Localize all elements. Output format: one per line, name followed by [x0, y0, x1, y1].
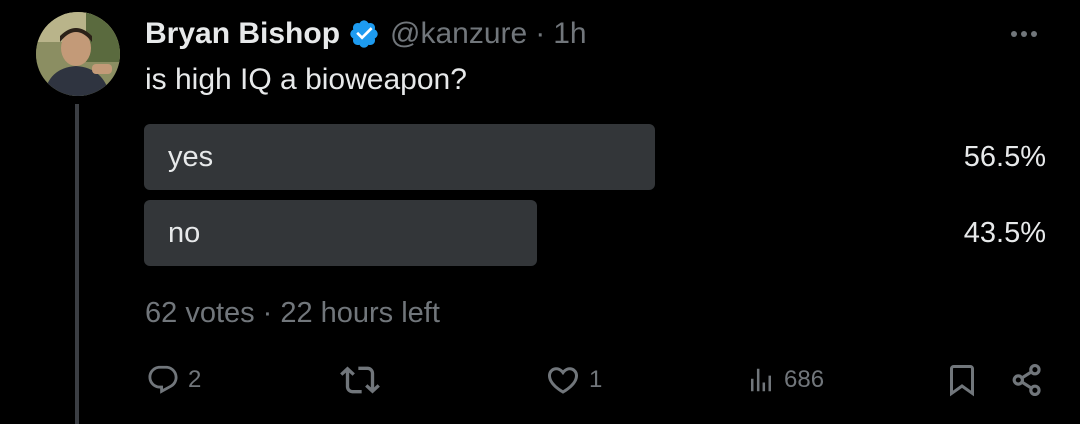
author-handle[interactable]: @kanzure	[390, 14, 527, 54]
avatar-image	[36, 12, 120, 96]
thread-line	[75, 104, 79, 424]
avatar[interactable]	[36, 12, 120, 96]
more-options-icon[interactable]	[1004, 20, 1044, 48]
poll-option-yes[interactable]: yes 56.5%	[144, 124, 1048, 190]
poll-result-bar	[144, 200, 538, 266]
poll-option-label: yes	[168, 141, 214, 173]
poll-votes: 62 votes	[145, 297, 255, 329]
poll-meta: 62 votes · 22 hours left	[145, 294, 440, 332]
header-separator: ·	[535, 17, 546, 50]
poll-option-percent: 43.5%	[963, 217, 1046, 249]
poll-option-percent: 56.5%	[963, 141, 1046, 173]
bookmark-icon	[950, 365, 974, 397]
poll-option-no[interactable]: no 43.5%	[144, 200, 1048, 266]
poll-option-label: no	[168, 217, 201, 249]
share-icon	[1012, 364, 1041, 396]
poll-meta-separator: ·	[262, 297, 273, 329]
views-button[interactable]: 686	[746, 358, 824, 402]
reply-icon	[148, 365, 178, 394]
retweet-icon	[340, 366, 380, 394]
share-button[interactable]	[1008, 358, 1046, 402]
poll-result-bar	[144, 124, 655, 190]
like-button[interactable]: 1	[545, 358, 602, 402]
like-count: 1	[589, 366, 603, 393]
heart-icon	[547, 367, 579, 394]
verified-badge-icon[interactable]	[348, 18, 380, 50]
author-name[interactable]: Bryan Bishop	[145, 14, 340, 54]
views-count: 686	[784, 366, 825, 393]
retweet-button[interactable]	[340, 358, 388, 402]
reply-button[interactable]: 2	[146, 358, 201, 402]
bookmark-button[interactable]	[944, 358, 980, 402]
reply-count: 2	[188, 366, 202, 393]
tweet-header: Bryan Bishop @kanzure · 1h	[145, 14, 587, 54]
poll-time-left: 22 hours left	[280, 297, 440, 329]
views-icon	[751, 368, 771, 392]
tweet-timestamp[interactable]: 1h	[553, 14, 586, 54]
tweet: Bryan Bishop @kanzure · 1h is high IQ a …	[0, 0, 1080, 424]
tweet-text: is high IQ a bioweapon?	[145, 63, 467, 96]
